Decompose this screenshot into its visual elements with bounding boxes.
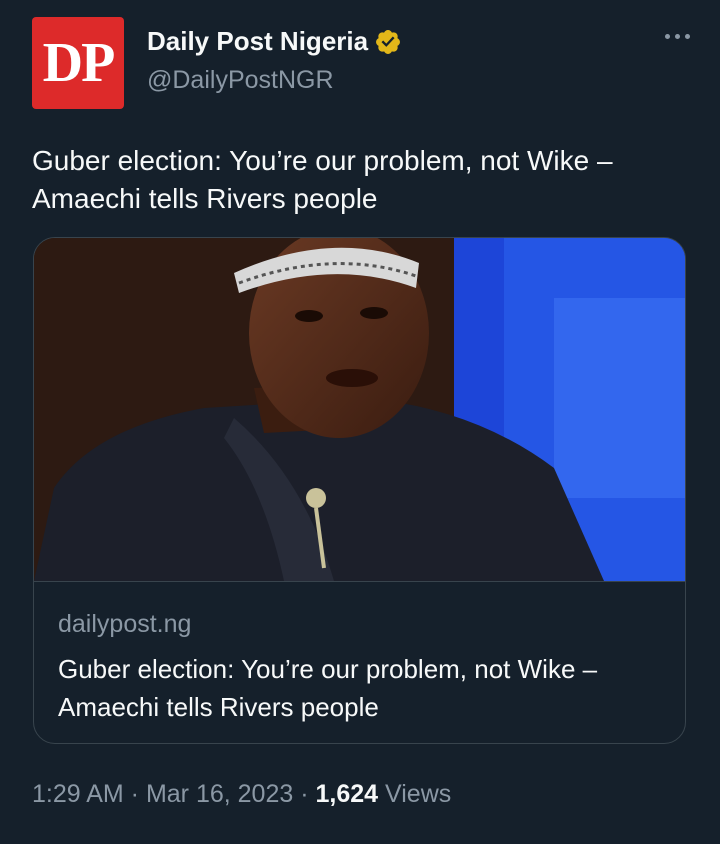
avatar[interactable]: DP (32, 17, 124, 109)
tweet-meta: 1:29 AM · Mar 16, 2023 · 1,624 Views (32, 780, 451, 809)
card-title: Guber election: You’re our problem, not … (58, 654, 598, 722)
more-dot (685, 34, 690, 39)
card-domain: dailypost.ng (58, 610, 192, 638)
views-count: 1,624 (315, 780, 379, 808)
author-display-name[interactable]: Daily Post Nigeria (147, 26, 368, 57)
views-label: Views (378, 780, 452, 808)
card-photo-illustration (34, 238, 685, 581)
card-image[interactable] (34, 238, 685, 581)
author-handle[interactable]: @DailyPostNGR (147, 66, 334, 95)
meta-separator: · (293, 780, 316, 808)
meta-separator: · (123, 780, 146, 808)
verified-badge-icon (376, 29, 401, 54)
avatar-logo-text: DP (42, 32, 116, 94)
more-options-icon[interactable] (665, 34, 690, 39)
card-divider (34, 581, 685, 582)
more-dot (675, 34, 680, 39)
author-name-row[interactable]: Daily Post Nigeria (147, 26, 402, 57)
tweet-time[interactable]: 1:29 AM (32, 780, 124, 809)
tweet-text: Guber election: You’re our problem, not … (32, 145, 613, 214)
tweet-date[interactable]: Mar 16, 2023 (146, 780, 293, 809)
link-preview-card[interactable]: dailypost.ng Guber election: You’re our … (33, 237, 686, 744)
more-dot (665, 34, 670, 39)
